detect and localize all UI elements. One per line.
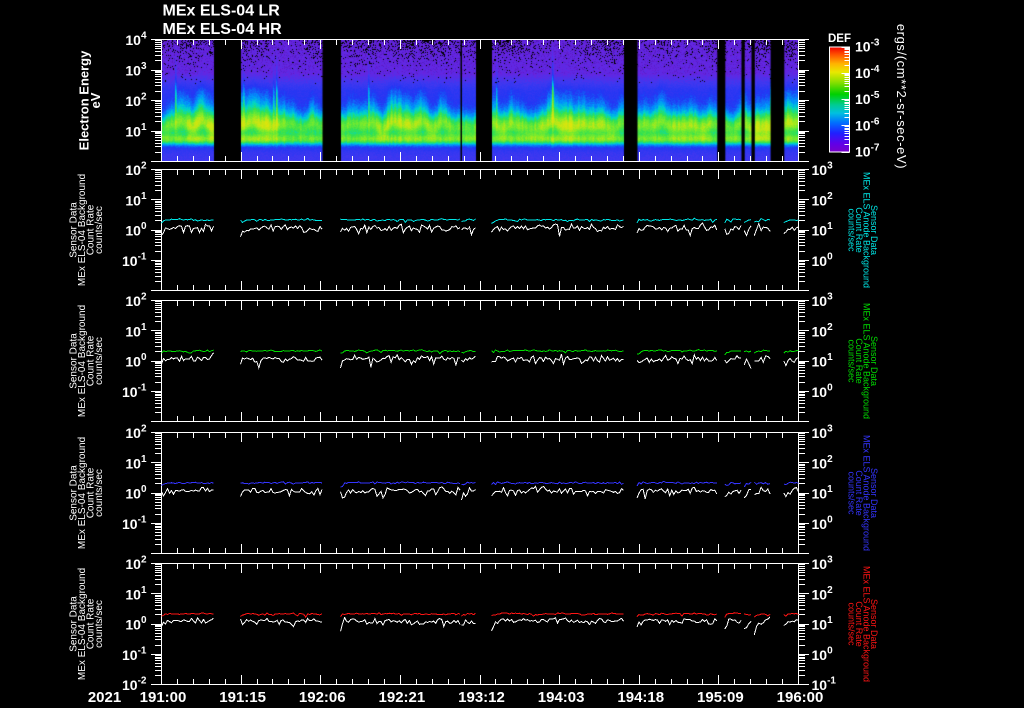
svg-text:counts/sec: counts/sec — [846, 471, 856, 515]
svg-text:100: 100 — [125, 615, 147, 633]
svg-text:100: 100 — [812, 645, 834, 663]
svg-text:100: 100 — [125, 352, 147, 370]
svg-text:10-4: 10-4 — [855, 64, 880, 81]
svg-text:103: 103 — [125, 61, 147, 79]
svg-text:10-1: 10-1 — [122, 514, 147, 532]
svg-text:counts/sec: counts/sec — [94, 337, 105, 385]
svg-text:103: 103 — [812, 161, 834, 179]
svg-text:10-1: 10-1 — [122, 251, 147, 269]
svg-text:2021: 2021 — [88, 689, 121, 706]
svg-text:191:00: 191:00 — [140, 689, 187, 706]
svg-text:102: 102 — [125, 555, 147, 573]
svg-text:194:18: 194:18 — [617, 689, 664, 706]
svg-text:eV: eV — [88, 92, 103, 108]
svg-text:196:00: 196:00 — [777, 689, 824, 706]
svg-text:191:15: 191:15 — [219, 689, 266, 706]
svg-text:counts/sec: counts/sec — [846, 339, 856, 383]
svg-text:10-5: 10-5 — [855, 90, 880, 107]
svg-text:103: 103 — [812, 555, 834, 573]
svg-text:101: 101 — [812, 352, 834, 370]
svg-text:100: 100 — [125, 484, 147, 502]
svg-text:10-1: 10-1 — [122, 645, 147, 663]
svg-text:101: 101 — [812, 615, 834, 633]
svg-text:10-1: 10-1 — [122, 382, 147, 400]
svg-text:101: 101 — [125, 585, 147, 603]
svg-text:10-6: 10-6 — [855, 116, 880, 133]
svg-text:MEx ELS-04 LR: MEx ELS-04 LR — [163, 3, 281, 20]
svg-text:101: 101 — [812, 484, 834, 502]
svg-text:102: 102 — [812, 322, 834, 340]
svg-text:102: 102 — [125, 92, 147, 110]
svg-text:101: 101 — [125, 191, 147, 209]
svg-text:103: 103 — [812, 424, 834, 442]
svg-text:192:06: 192:06 — [299, 689, 346, 706]
svg-text:101: 101 — [812, 221, 834, 239]
svg-text:ergs/(cm**2-sr-sec-eV): ergs/(cm**2-sr-sec-eV) — [894, 24, 909, 169]
svg-text:counts/sec: counts/sec — [94, 600, 105, 648]
svg-text:100: 100 — [812, 382, 834, 400]
svg-text:100: 100 — [812, 251, 834, 269]
svg-text:10-7: 10-7 — [855, 143, 880, 160]
svg-text:102: 102 — [125, 424, 147, 442]
svg-text:DEF: DEF — [828, 33, 851, 45]
svg-text:102: 102 — [125, 292, 147, 310]
svg-text:194:03: 194:03 — [538, 689, 585, 706]
svg-text:104: 104 — [125, 31, 147, 49]
svg-text:10-3: 10-3 — [855, 38, 880, 55]
svg-text:101: 101 — [125, 122, 147, 140]
svg-text:102: 102 — [812, 191, 834, 209]
svg-text:193:12: 193:12 — [458, 689, 505, 706]
svg-text:101: 101 — [125, 322, 147, 340]
svg-text:MEx ELS-04 HR: MEx ELS-04 HR — [163, 21, 283, 38]
svg-text:102: 102 — [812, 585, 834, 603]
svg-text:103: 103 — [812, 292, 834, 310]
svg-text:counts/sec: counts/sec — [94, 469, 105, 517]
svg-text:192:21: 192:21 — [379, 689, 426, 706]
svg-text:102: 102 — [812, 454, 834, 472]
svg-text:100: 100 — [812, 514, 834, 532]
svg-text:101: 101 — [125, 454, 147, 472]
svg-text:counts/sec: counts/sec — [94, 206, 105, 254]
svg-text:counts/sec: counts/sec — [846, 208, 856, 252]
svg-text:195:09: 195:09 — [697, 689, 744, 706]
svg-text:102: 102 — [125, 161, 147, 179]
svg-text:counts/sec: counts/sec — [846, 602, 856, 646]
svg-text:100: 100 — [125, 221, 147, 239]
